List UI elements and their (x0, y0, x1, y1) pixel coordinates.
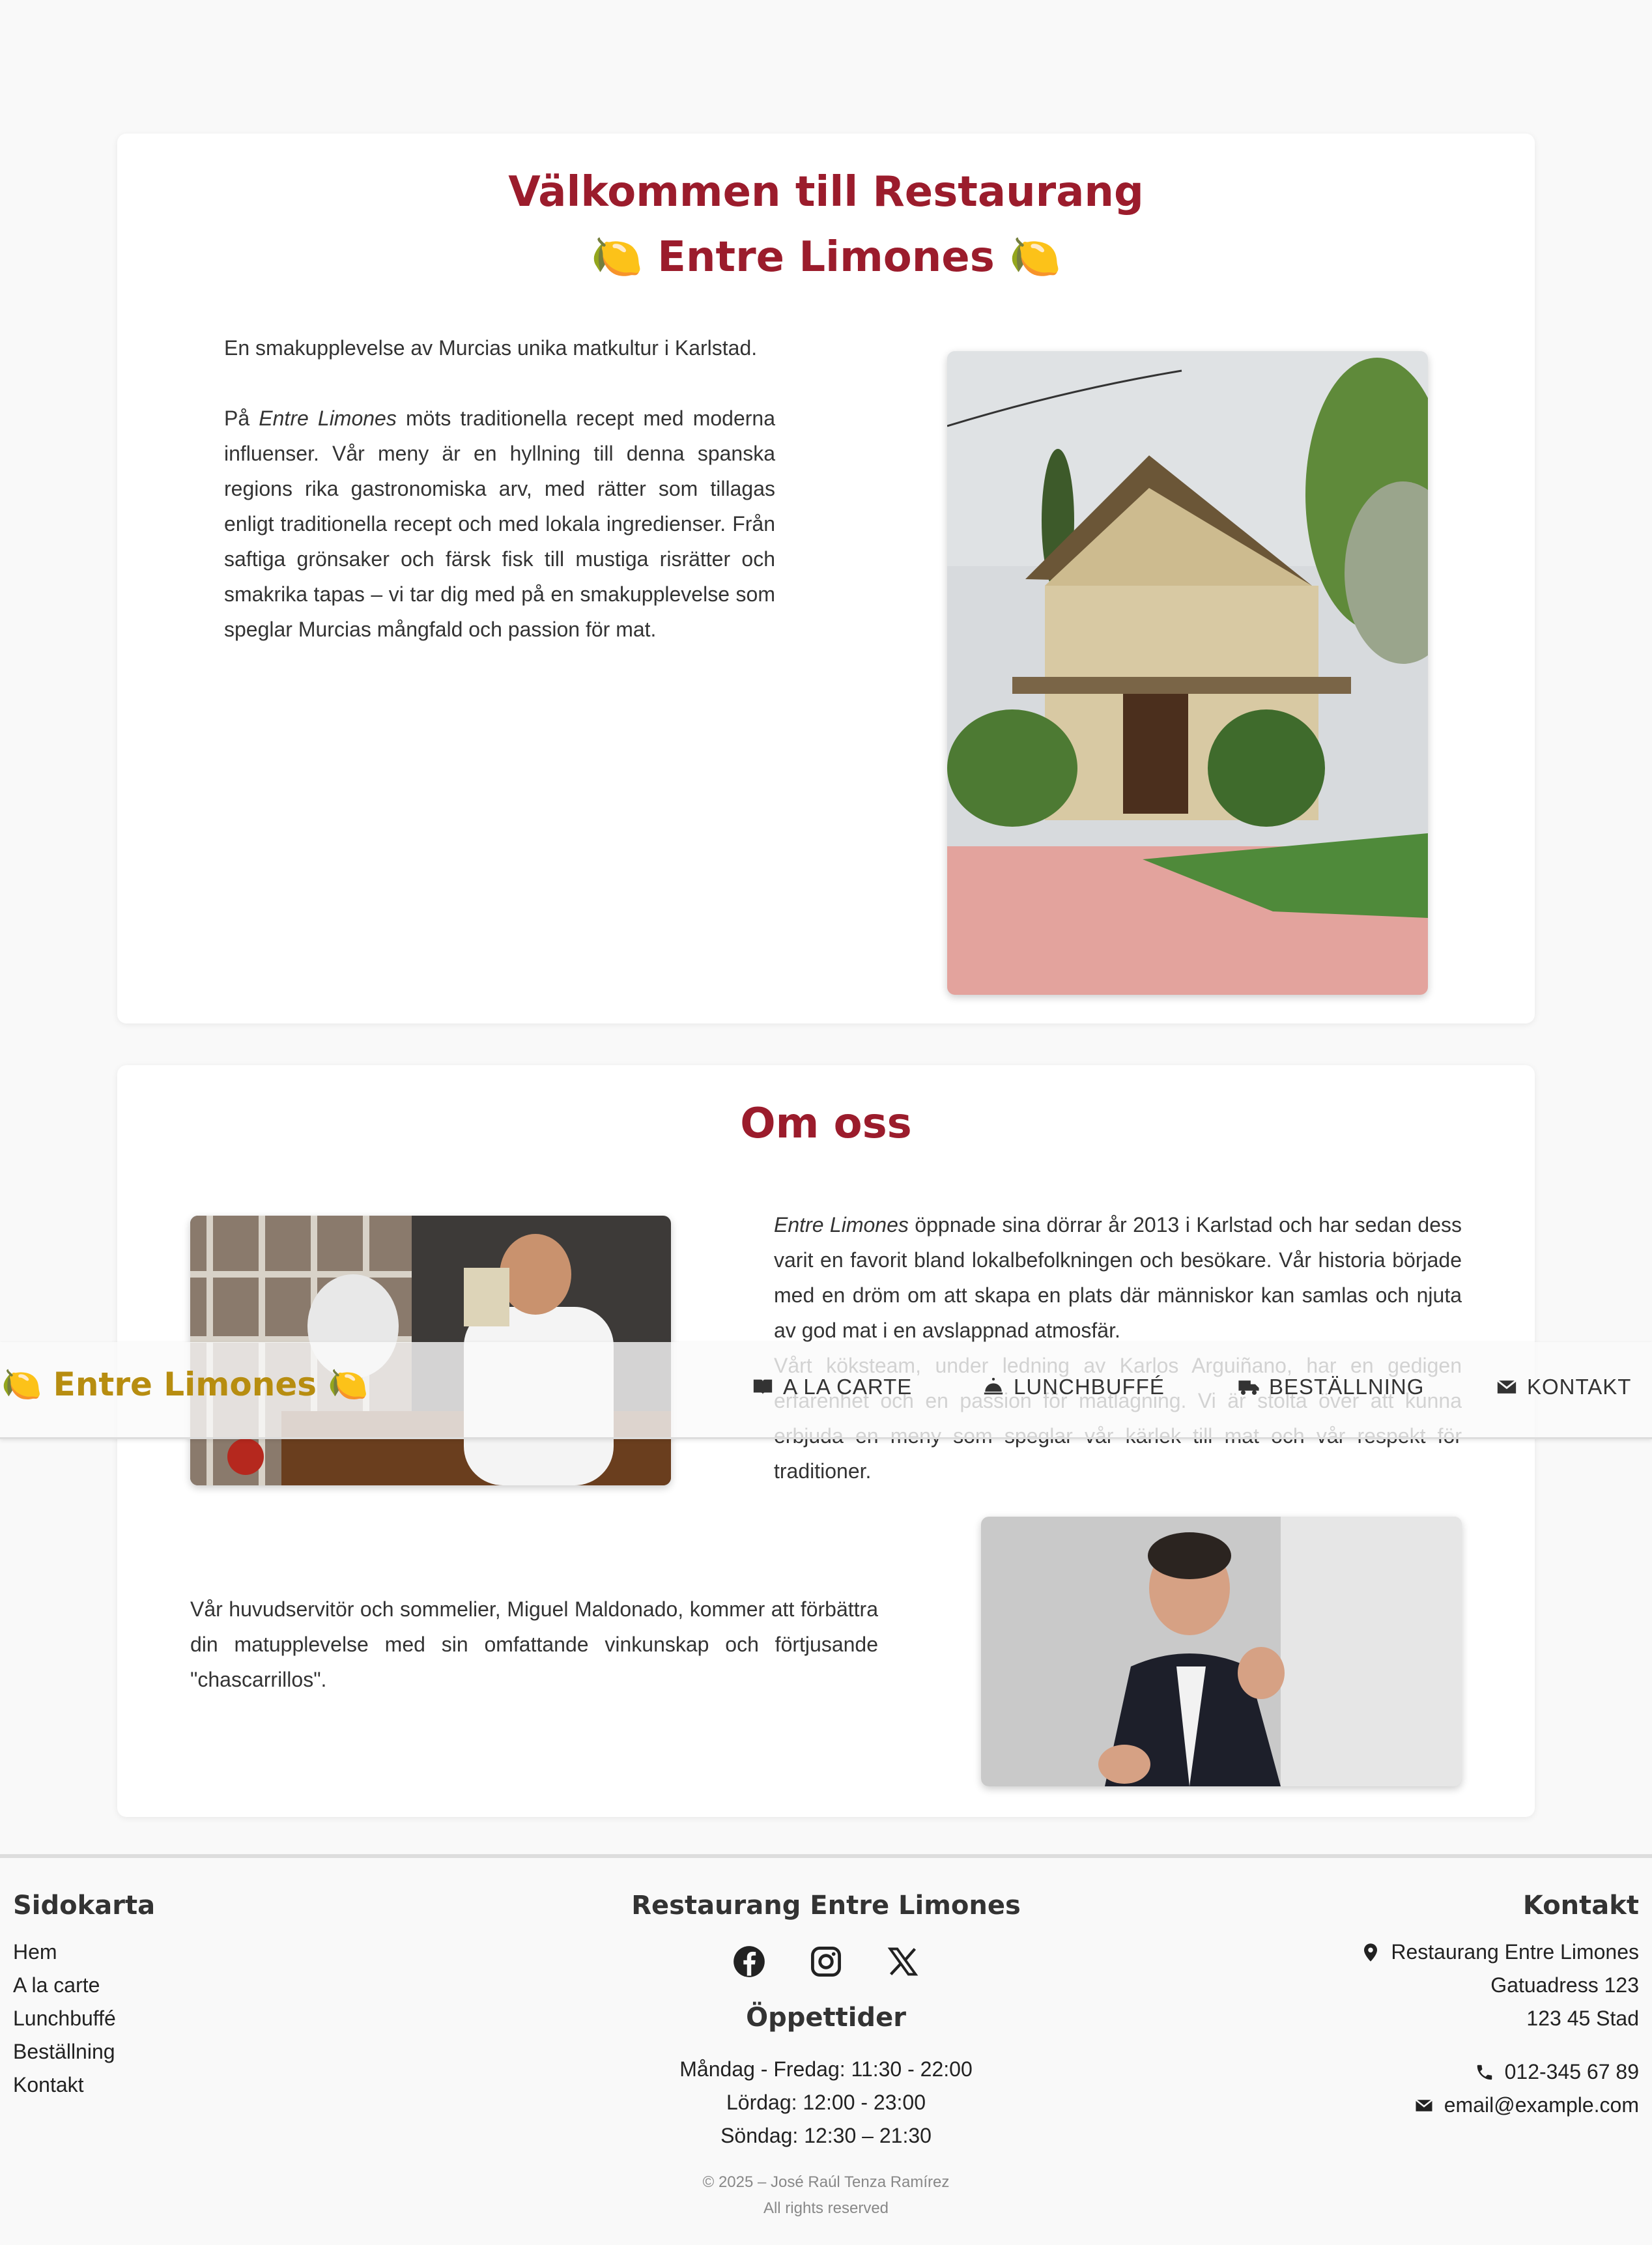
navbar: 🍋 Entre Limones 🍋 A LA CARTE LUNCHBUFFÉ … (0, 1342, 1652, 1439)
cloche-icon (984, 1377, 1003, 1395)
nav-item-kontakt[interactable]: KONTAKT (1496, 1375, 1631, 1399)
contact-email[interactable]: email@example.com (1414, 2093, 1639, 2117)
contact-address-name: Restaurang Entre Limones (1361, 1940, 1639, 1964)
envelope-icon (1415, 2098, 1433, 2111)
welcome-text: En smakupplevelse av Murcias unika matku… (224, 330, 775, 647)
about-paragraph-1: Entre Limones öppnade sina dörrar år 201… (774, 1207, 1462, 1348)
book-icon (753, 1379, 773, 1395)
about-card: Om oss Entre Limones öppnade sina dörrar… (117, 1065, 1535, 1817)
brand-logo[interactable]: 🍋 Entre Limones 🍋 (1, 1366, 369, 1404)
nav-label: LUNCHBUFFÉ (1014, 1375, 1165, 1399)
sommelier-photo (981, 1517, 1462, 1786)
nav-item-a-la-carte[interactable]: A LA CARTE (752, 1375, 912, 1399)
restaurant-building-photo (947, 351, 1428, 995)
copyright: © 2025 – José Raúl Tenza Ramírez (702, 2173, 950, 2191)
envelope-icon (1496, 1379, 1517, 1394)
about-paragraph-3: Vår huvudservitör och sommelier, Miguel … (190, 1597, 878, 1691)
rights-reserved: All rights reserved (763, 2199, 889, 2217)
nav-label: A LA CARTE (783, 1375, 913, 1399)
nav-label: BESTÄLLNING (1269, 1375, 1425, 1399)
email-address: email@example.com (1444, 2093, 1639, 2117)
footer-restaurant-title: Restaurang Entre Limones (631, 1891, 1021, 1921)
nav-label: KONTAKT (1527, 1375, 1632, 1399)
contact-phone[interactable]: 012-345 67 89 (1475, 2060, 1639, 2084)
nav-item-lunchbuffe[interactable]: LUNCHBUFFÉ (982, 1375, 1165, 1399)
welcome-body-prefix: På (224, 407, 259, 430)
footer: Sidokarta Hem A la carte Lunchbuffé Best… (0, 1854, 1652, 2245)
truck-icon (1238, 1380, 1259, 1395)
opening-hours-title: Öppettider (746, 2003, 906, 2033)
instagram-icon[interactable] (809, 1945, 843, 1979)
phone-number: 012-345 67 89 (1504, 2060, 1639, 2083)
facebook-icon[interactable] (732, 1945, 766, 1979)
about-restaurant-name: Entre Limones (774, 1213, 909, 1237)
hours-saturday: Lördag: 12:00 - 23:00 (726, 2091, 926, 2114)
about-title: Om oss (740, 1100, 912, 1148)
welcome-body-rest: möts traditionella recept med moderna in… (224, 407, 776, 641)
address-line-3: 123 45 Stad (1526, 2007, 1639, 2030)
welcome-intro: En smakupplevelse av Murcias unika matku… (224, 336, 758, 360)
x-icon[interactable] (886, 1945, 920, 1979)
welcome-card: Välkommen till Restaurang 🍋 Entre Limone… (117, 134, 1535, 1023)
address-line-2: Gatuadress 123 (1490, 1973, 1639, 1997)
welcome-title-line2: 🍋 Entre Limones 🍋 (591, 233, 1061, 281)
nav-item-bestallning[interactable]: BESTÄLLNING (1238, 1375, 1424, 1399)
phone-icon (1477, 2065, 1492, 2080)
hours-weekdays: Måndag - Fredag: 11:30 - 22:00 (679, 2057, 973, 2081)
contact-title: Kontakt (1522, 1891, 1639, 1921)
map-pin-icon (1364, 1943, 1378, 1962)
welcome-body: På Entre Limones möts traditionella rece… (224, 401, 775, 647)
welcome-body-name: Entre Limones (259, 407, 397, 430)
welcome-title-line1: Välkommen till Restaurang (508, 168, 1144, 216)
hours-sunday: Söndag: 12:30 – 21:30 (720, 2124, 932, 2147)
address-line-1: Restaurang Entre Limones (1391, 1940, 1639, 1964)
sommelier-text: Vår huvudservitör och sommelier, Miguel … (190, 1592, 878, 1697)
